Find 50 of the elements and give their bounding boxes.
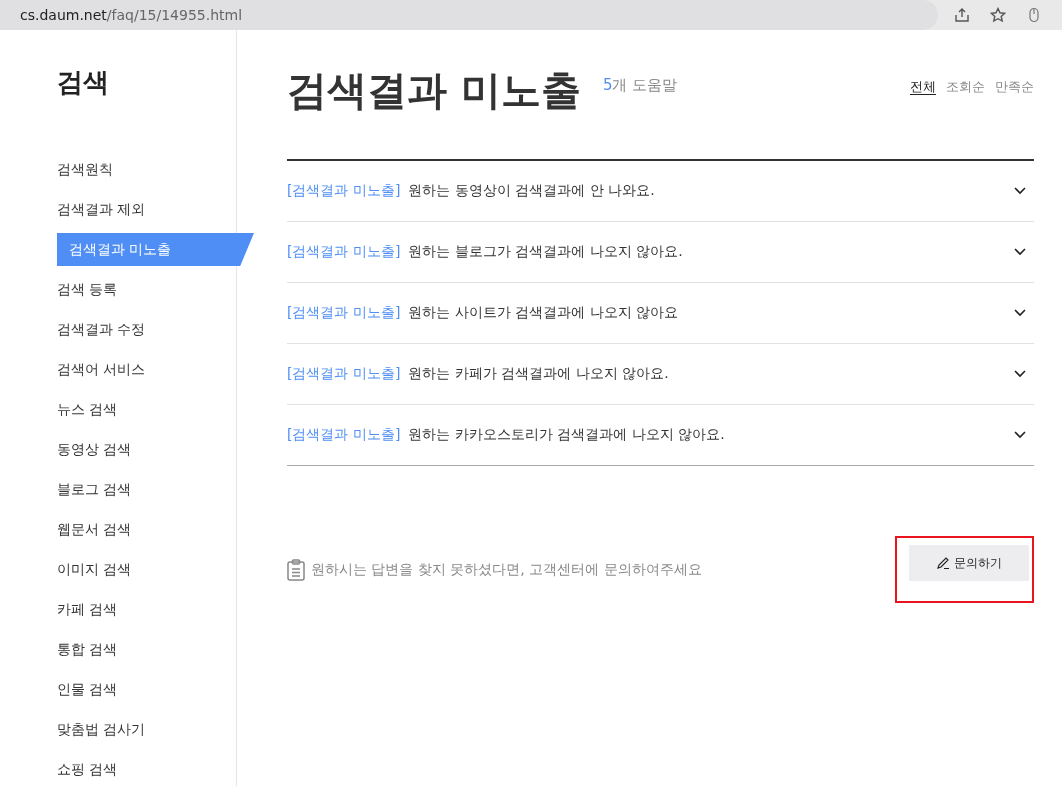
sidebar-item[interactable]: 검색어 서비스 [57,350,146,390]
sidebar-item[interactable]: 검색 등록 [57,270,118,310]
sidebar-item[interactable]: 인물 검색 [57,670,118,710]
sidebar-item[interactable]: 카페 검색 [57,590,118,630]
sidebar-item[interactable]: 뉴스 검색 [57,390,118,430]
faq-question: 원하는 카카오스토리가 검색결과에 나오지 않아요. [408,426,725,444]
help-count: 5 [602,76,613,95]
sort-option[interactable]: 조회순 [946,78,985,96]
faq-question: 원하는 블로그가 검색결과에 나오지 않아요. [408,243,683,261]
sidebar-item[interactable]: 동영상 검색 [57,430,132,470]
url-field[interactable]: cs.daum.net/faq/15/14955.html [0,0,938,30]
faq-category: [검색결과 미노출] [287,182,401,200]
faq-category: [검색결과 미노출] [287,365,401,383]
clipboard-icon [287,558,305,581]
faq-question: 원하는 동영상이 검색결과에 안 나와요. [408,182,655,200]
pencil-icon [936,556,950,570]
sidebar-item[interactable]: 쇼핑 검색 [57,750,118,786]
sidebar-title: 검색 [57,66,110,99]
faq-category: [검색결과 미노출] [287,426,401,444]
sidebar-item[interactable]: 맞춤법 검사기 [57,710,146,750]
sidebar-item[interactable]: 통합 검색 [57,630,118,670]
sidebar-item[interactable]: 웹문서 검색 [57,510,132,550]
star-icon[interactable] [990,7,1006,23]
share-icon[interactable] [954,7,970,23]
faq-question: 원하는 사이트가 검색결과에 나오지 않아요 [408,304,679,322]
sort-option[interactable]: 전체 [910,78,936,96]
chevron-icon[interactable] [1014,370,1026,378]
faq-row[interactable]: [검색결과 미노출] 원하는 카페가 검색결과에 나오지 않아요. [287,344,1034,405]
chevron-icon[interactable] [1014,187,1026,195]
sort-option[interactable]: 만족순 [995,78,1034,96]
sidebar-item[interactable]: 이미지 검색 [57,550,132,590]
sidebar-item[interactable]: 검색원칙 [57,150,113,190]
faq-row[interactable]: [검색결과 미노출] 원하는 카카오스토리가 검색결과에 나오지 않아요. [287,405,1034,465]
faq-row[interactable]: [검색결과 미노출] 원하는 동영상이 검색결과에 안 나와요. [287,161,1034,222]
faq-category: [검색결과 미노출] [287,243,401,261]
sidebar-item[interactable]: 검색결과 제외 [57,190,146,230]
help-count-label: 개 도움말 [612,76,678,95]
mouse-icon[interactable] [1026,7,1042,23]
sidebar-item[interactable]: 블로그 검색 [57,470,132,510]
faq-category: [검색결과 미노출] [287,304,401,322]
inquiry-text: 원하시는 답변을 찾지 못하셨다면, 고객센터에 문의하여주세요 [311,560,702,579]
chevron-icon[interactable] [1014,431,1026,439]
faq-row[interactable]: [검색결과 미노출] 원하는 사이트가 검색결과에 나오지 않아요 [287,283,1034,344]
sidebar-item[interactable]: 검색결과 수정 [57,310,146,350]
inquiry-button[interactable]: 문의하기 [909,545,1029,581]
page-title: 검색결과 미노출 [287,65,581,115]
faq-question: 원하는 카페가 검색결과에 나오지 않아요. [408,365,669,383]
faq-row[interactable]: [검색결과 미노출] 원하는 블로그가 검색결과에 나오지 않아요. [287,222,1034,283]
chevron-icon[interactable] [1014,309,1026,317]
chevron-icon[interactable] [1014,248,1026,256]
